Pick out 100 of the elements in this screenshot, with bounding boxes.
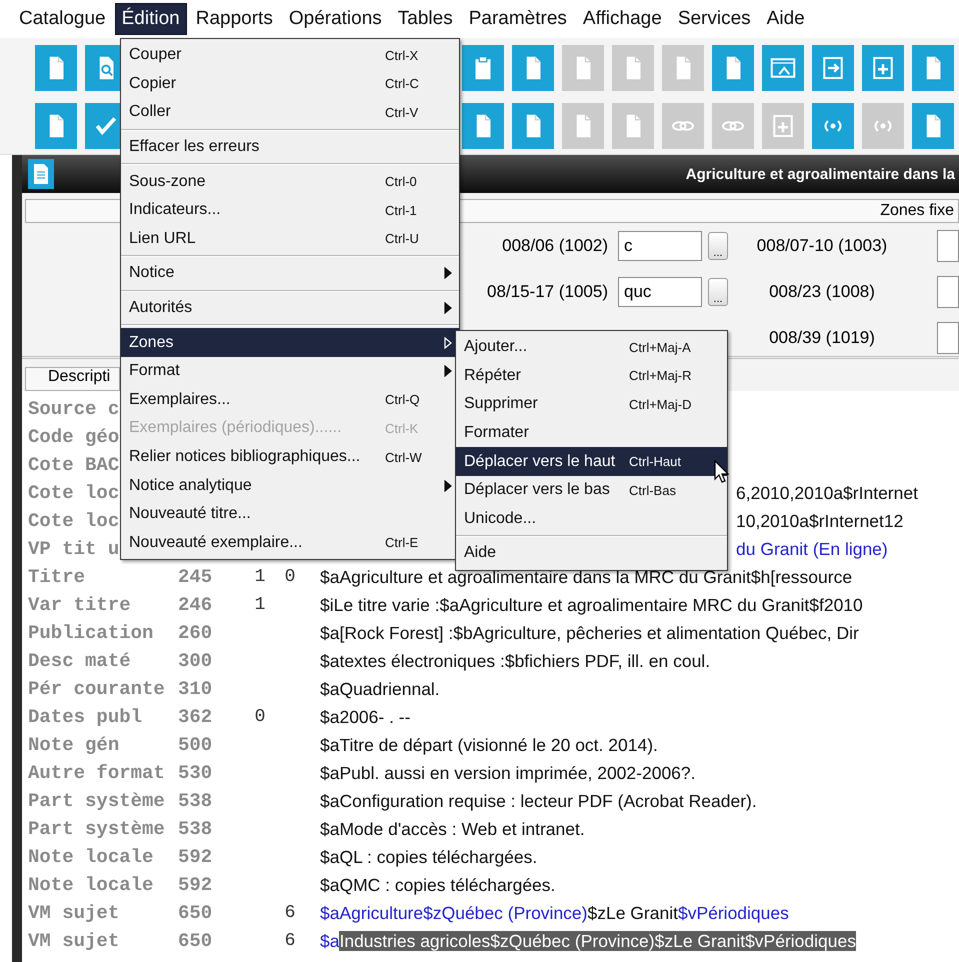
field-label: VP tit u (28, 538, 120, 560)
menu-item[interactable]: Sous-zone Ctrl-0 (121, 167, 459, 196)
menu-bar-item[interactable]: Tables (390, 3, 460, 35)
code-input-field[interactable]: c (618, 231, 702, 261)
document-icon[interactable] (512, 103, 554, 149)
field-label: Part système (28, 790, 165, 812)
shortcut-label: Ctrl+Maj-D (629, 396, 692, 412)
shortcut-label: Ctrl-V (385, 104, 418, 120)
field-code-label: 008/39 (1019) (769, 328, 875, 347)
brackets-icon[interactable] (812, 103, 854, 149)
menu-bar-item[interactable]: Paramètres (462, 3, 574, 35)
menu-item[interactable]: Lien URL Ctrl-U (121, 224, 459, 254)
menu-item[interactable]: Répéter Ctrl+Maj-R (456, 362, 727, 390)
document-icon[interactable] (512, 45, 554, 91)
shortcut-label: Ctrl+Maj-A (629, 340, 691, 355)
menu-item[interactable]: Notice analytique (121, 471, 459, 500)
shortcut-label: Ctrl-Bas (629, 482, 676, 498)
browse-button[interactable]: ... (708, 278, 728, 306)
tag-cell: 260 (178, 622, 212, 644)
shortcut-label: Ctrl-C (385, 76, 419, 92)
field-label: Publication (28, 622, 154, 644)
field-value: $aConfiguration requise : lecteur PDF (Acrobat Reader). (320, 790, 757, 810)
code-input-field[interactable] (937, 322, 959, 354)
menu-item[interactable]: Aide (456, 539, 727, 568)
menu-item[interactable]: Format (121, 356, 459, 386)
document-icon[interactable] (712, 45, 754, 91)
shortcut-label: Ctrl-Haut (629, 454, 682, 470)
code-input-field[interactable] (937, 230, 959, 262)
code-input-field[interactable] (937, 276, 959, 308)
field-label: Titre (28, 566, 86, 588)
document-icon[interactable] (35, 45, 77, 91)
menu-item[interactable]: Supprimer Ctrl+Maj-D (456, 390, 727, 419)
field-label: Note locale (28, 846, 154, 868)
tag-cell: 246 (178, 594, 212, 616)
indicator-cell: 6 (284, 931, 296, 951)
menu-item[interactable]: Couper Ctrl-X (121, 41, 459, 70)
field-label: Autre format (28, 762, 165, 784)
document-icon (28, 159, 54, 189)
menu-item[interactable]: Autorités (121, 294, 459, 322)
menu-item[interactable]: Nouveauté titre... (121, 500, 459, 528)
menu-item[interactable]: Formater (456, 418, 727, 448)
document-icon[interactable] (912, 103, 954, 149)
field-value: $a[Rock Forest] :$bAgriculture, pêcheries et alimentation Québec, Dir (320, 622, 859, 642)
field-value: $aAgriculture$zQuébec (Province)$zLe Granit$vPériodiques (320, 902, 789, 922)
column-header[interactable]: Descripti (25, 367, 120, 391)
menu-item[interactable]: Zones (121, 328, 459, 357)
field-code-label: 008/23 (1008) (769, 282, 875, 301)
window-icon[interactable] (762, 45, 804, 91)
menu-bar-item[interactable]: Édition (114, 3, 187, 35)
field-value: $aQL : copies téléchargées. (320, 846, 538, 866)
field-value: $aQMC : copies téléchargées. (320, 874, 556, 894)
tag-cell: 245 (178, 566, 212, 588)
document-icon[interactable] (35, 103, 77, 149)
field-label: Desc maté (28, 650, 131, 672)
field-label: Source c (28, 398, 120, 420)
menu-bar-item[interactable]: Affichage (576, 3, 669, 35)
tag-cell: 530 (178, 762, 212, 784)
field-value: $aQuadriennal. (320, 678, 440, 698)
document-icon[interactable] (462, 103, 504, 149)
menu-bar-item[interactable]: Catalogue (12, 3, 113, 35)
shortcut-label: Ctrl-W (385, 450, 422, 465)
browse-button[interactable]: ... (708, 232, 728, 260)
menu-item[interactable]: Effacer les erreurs (121, 132, 459, 162)
field-value: $a2006- . -- (320, 706, 410, 726)
shortcut-label: Ctrl-X (385, 48, 418, 63)
menu-bar-item[interactable]: Rapports (188, 3, 280, 35)
field-label: Cote BAC (28, 454, 120, 476)
field-label: Cote loc (28, 482, 120, 504)
menu-item[interactable]: Relier notices bibliographiques... Ctrl-W (121, 442, 459, 472)
tag-cell: 650 (178, 902, 212, 924)
menu-bar-item[interactable]: Services (670, 3, 758, 35)
menu-item[interactable]: Indicateurs... Ctrl-1 (121, 196, 459, 225)
plus-icon[interactable] (862, 45, 904, 91)
menu-bar-item[interactable]: Aide (760, 3, 812, 35)
clipboard-icon[interactable] (462, 45, 504, 91)
section-heading: Zones fixe (880, 202, 955, 220)
field-value: $aIndustries agricoles$zQuébec (Province)$zLe Granit$vPériodiques (320, 930, 856, 950)
menu-item[interactable]: Ajouter... Ctrl+Maj-A (456, 333, 727, 362)
field-label: Code géo (28, 426, 120, 448)
code-input-field[interactable]: quc (618, 277, 702, 307)
field-label: VM sujet (28, 930, 120, 952)
menu-item[interactable]: Déplacer vers le haut Ctrl-Haut (456, 447, 727, 476)
document-icon[interactable] (912, 45, 954, 91)
menu-item[interactable]: Unicode... (456, 504, 727, 534)
menu-item[interactable]: Exemplaires... Ctrl-Q (121, 386, 459, 414)
menu-item[interactable]: Nouveauté exemplaire... Ctrl-E (121, 528, 459, 558)
shortcut-label: Ctrl-Q (385, 392, 420, 408)
menu-item[interactable]: Notice (121, 259, 459, 288)
field-value: $aMode d'accès : Web et intranet. (320, 818, 585, 838)
menu-bar-item[interactable]: Opérations (282, 3, 389, 35)
field-label: VM sujet (28, 902, 120, 924)
field-code-label: 008/06 (1002) (502, 236, 608, 255)
field-code-label: 08/15-17 (1005) (487, 282, 608, 301)
field-label: Note gén (28, 734, 120, 756)
menu-item[interactable]: Copier Ctrl-C (121, 70, 459, 98)
tag-cell: 300 (178, 650, 212, 672)
menu-item[interactable]: Coller Ctrl-V (121, 98, 459, 127)
field-label: Cote loc (28, 510, 120, 532)
shortcut-label: Ctrl-E (385, 535, 418, 550)
menu-item[interactable]: Déplacer vers le bas Ctrl-Bas (456, 476, 727, 505)
